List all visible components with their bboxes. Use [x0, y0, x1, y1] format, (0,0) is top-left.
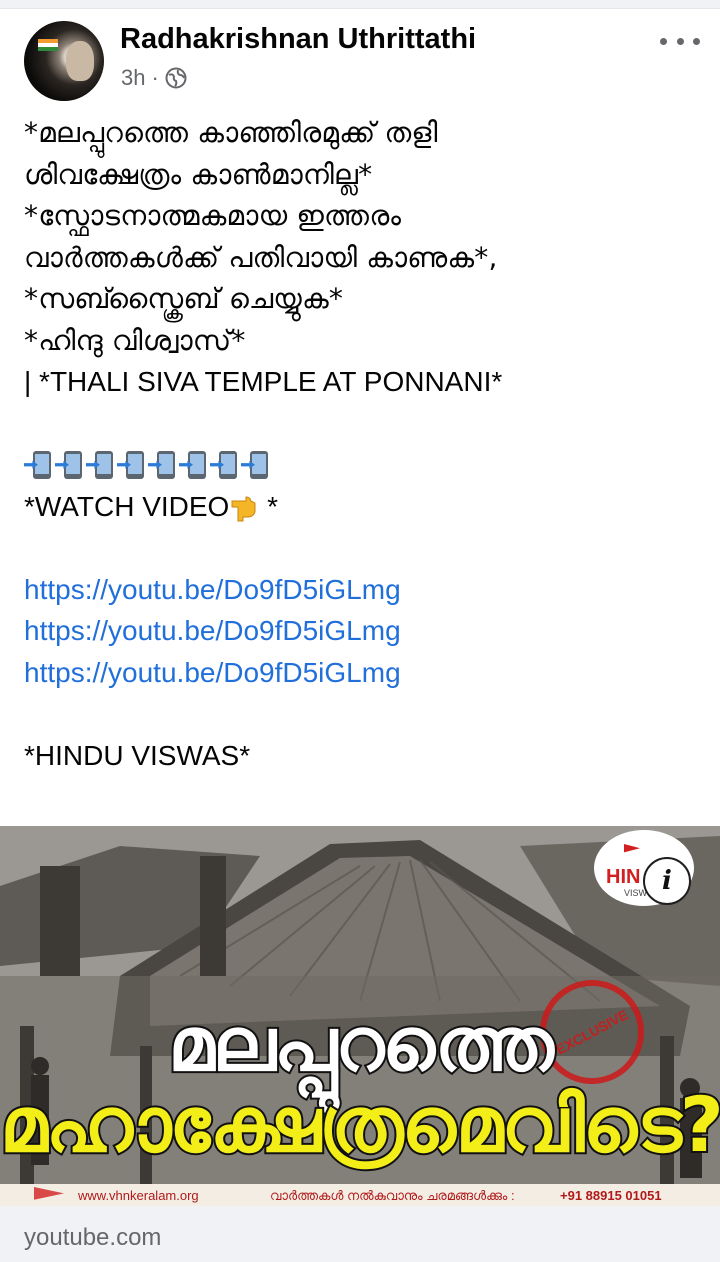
dot-icon — [676, 37, 684, 45]
more-options-icon[interactable] — [660, 29, 700, 53]
youtube-link[interactable]: https://youtu.be/Do9fD5iGLmg — [24, 610, 704, 652]
post-time[interactable]: 3h — [121, 65, 145, 91]
post-line: *ഹിന്ദു വിശ്വാസ്* — [24, 323, 246, 357]
flag-graphic — [38, 39, 58, 51]
portrait-graphic — [66, 41, 94, 81]
dot-icon — [693, 37, 700, 45]
phone-arrow-icon — [86, 450, 116, 480]
link-domain: youtube.com — [24, 1224, 162, 1251]
avatar[interactable] — [24, 21, 104, 101]
phone-arrow-icon — [241, 450, 271, 480]
flag-graphic — [624, 844, 640, 853]
post-line: | *THALI SIVA TEMPLE AT PONNANI* — [24, 366, 503, 397]
closing-line: *HINDU VISWAS* — [24, 739, 251, 771]
footer-site: www.vhnkeralam.org — [78, 1188, 199, 1203]
phone-arrow-icon — [55, 450, 85, 480]
post-line: വാർത്തകൾക്ക് പതിവായി കാണുക*, — [24, 240, 498, 274]
video-thumbnail[interactable]: HIN VISW i EXCLUSIVE മലപ്പുറത്തെ മഹാക്ഷേ… — [0, 826, 720, 1206]
thumbnail-headline: മലപ്പുറത്തെ — [166, 1000, 556, 1090]
watch-video-line: *WATCH VIDEO * — [24, 486, 704, 528]
phone-arrow-icon — [117, 450, 147, 480]
watch-video-suffix: * — [259, 490, 279, 522]
youtube-link[interactable]: https://youtu.be/Do9fD5iGLmg — [24, 569, 704, 611]
footer-note: വാർത്തകൾ നൽകുവാനും ചരമങ്ങൾക്കും : — [270, 1188, 515, 1203]
post-body: *മലപ്പുറത്തെ കാഞ്ഞിരമുക്ക് തളി ശിവക്ഷേത്… — [24, 112, 704, 776]
post-meta: 3h · — [121, 65, 187, 91]
youtube-link[interactable]: https://youtu.be/Do9fD5iGLmg — [24, 652, 704, 694]
link-preview-bar[interactable]: youtube.com — [0, 1206, 720, 1262]
post-line: *സബ്സ്ക്രൈബ് ചെയ്യുക* — [24, 282, 344, 315]
thumbnail-headline: മഹാക്ഷേത്രമെവിടെ? — [0, 1078, 720, 1171]
phone-arrow-icon — [210, 450, 240, 480]
flag-graphic — [34, 1187, 64, 1200]
post-header: Radhakrishnan Uthrittathi 3h · — [0, 9, 720, 101]
phone-arrow-icon — [148, 450, 178, 480]
author-name[interactable]: Radhakrishnan Uthrittathi — [120, 23, 476, 56]
meta-separator: · — [151, 65, 159, 90]
emoji-row — [24, 444, 704, 486]
globe-icon — [165, 67, 187, 89]
logo-text: HIN — [606, 866, 641, 888]
dot-icon — [660, 37, 667, 45]
post-line: ശിവക്ഷേത്രം കാൺമാനില്ല* — [24, 157, 373, 191]
info-icon[interactable]: i — [643, 857, 691, 905]
footer-phone: +91 88915 01051 — [560, 1188, 662, 1203]
phone-arrow-icon — [179, 450, 209, 480]
pointing-down-icon — [231, 495, 256, 521]
watch-video-text: *WATCH VIDEO — [24, 490, 230, 522]
post-line: *സ്ഫോടനാത്മകമായ ഇത്തരം — [24, 199, 402, 232]
top-separator — [0, 0, 720, 9]
thumbnail-footer: www.vhnkeralam.org വാർത്തകൾ നൽകുവാനും ചര… — [0, 1184, 720, 1206]
phone-arrow-icon — [24, 450, 54, 480]
post-line: *മലപ്പുറത്തെ കാഞ്ഞിരമുക്ക് തളി — [24, 116, 438, 149]
